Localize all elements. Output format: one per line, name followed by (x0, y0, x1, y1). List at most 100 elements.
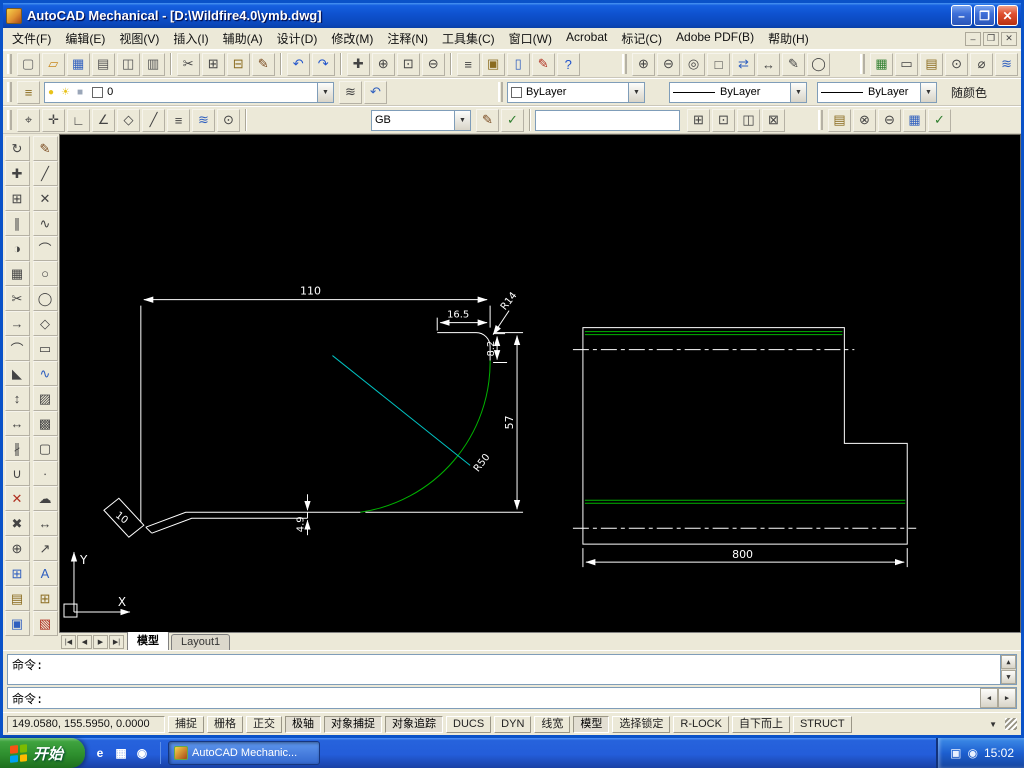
am-calculation-icon[interactable]: ▦ (903, 109, 926, 132)
copy-icon[interactable]: ⊞ (202, 53, 225, 76)
am-ortho-icon[interactable]: ∟ (67, 109, 90, 132)
am-layer-group-icon[interactable]: ≋ (192, 109, 215, 132)
zoom-extents-icon[interactable]: ◎ (682, 53, 705, 76)
new-icon[interactable]: ▢ (17, 53, 40, 76)
quicklaunch-ie-icon[interactable]: e (91, 744, 109, 762)
am-balloon-icon[interactable]: ◯ (807, 53, 830, 76)
toggle-rlock[interactable]: R-LOCK (673, 716, 729, 733)
chevron-down-icon[interactable]: ▼ (920, 83, 936, 102)
am-titleblock-icon[interactable]: ▭ (895, 53, 918, 76)
dimension-tool-icon[interactable]: ↔ (33, 511, 58, 536)
toggle-osnap[interactable]: 对象捕捉 (324, 716, 382, 733)
menu-item[interactable]: 视图(V) (112, 28, 166, 49)
am-snap-settings-icon[interactable]: ✛ (42, 109, 65, 132)
toolbar-grip[interactable] (7, 82, 12, 102)
am-draw-icon[interactable]: ✎ (476, 109, 499, 132)
pan-icon[interactable]: ✚ (347, 53, 370, 76)
am-osnap-icon[interactable]: ◇ (117, 109, 140, 132)
toggle-lineweight[interactable]: 线宽 (534, 716, 570, 733)
paste-icon[interactable]: ⊟ (227, 53, 250, 76)
toggle-struct[interactable]: STRUCT (793, 716, 852, 733)
construction-line-icon[interactable]: ✕ (33, 186, 58, 211)
rectangle-icon[interactable]: ▭ (33, 336, 58, 361)
point-icon[interactable]: ∙ (33, 461, 58, 486)
zoom-in-icon[interactable]: ⊕ (632, 53, 655, 76)
resize-grip[interactable] (1005, 718, 1017, 730)
mirror-icon[interactable]: ◑ (5, 236, 30, 261)
menu-item[interactable]: 工具集(C) (435, 28, 502, 49)
close-button[interactable]: ✕ (997, 5, 1018, 26)
am-standards-icon[interactable]: ⇄ (732, 53, 755, 76)
zoom-window-icon[interactable]: ⊡ (397, 53, 420, 76)
menu-item[interactable]: 注释(N) (380, 28, 435, 49)
copy-tool-icon[interactable]: ⊞ (5, 186, 30, 211)
am-detail-icon[interactable]: ⊡ (712, 109, 735, 132)
toolbar-grip[interactable] (818, 110, 823, 130)
linetype-select[interactable]: ByLayer ▼ (669, 82, 807, 103)
toolbar-grip[interactable] (622, 54, 627, 74)
zoom-tool-icon[interactable]: ⊕ (5, 536, 30, 561)
scroll-up-button[interactable]: ▲ (1001, 655, 1016, 669)
tab-layout1[interactable]: Layout1 (171, 634, 230, 650)
lineweight-select[interactable]: ByLayer ▼ (817, 82, 937, 103)
am-shaft-icon[interactable]: ⊖ (878, 109, 901, 132)
line-icon[interactable]: ╱ (33, 161, 58, 186)
scroll-right-button[interactable]: ▶ (998, 688, 1016, 708)
zoom-out-icon[interactable]: ⊖ (657, 53, 680, 76)
zoom-all-icon[interactable]: □ (707, 53, 730, 76)
toolbar-grip[interactable] (7, 54, 12, 74)
open-icon[interactable]: ▱ (42, 53, 65, 76)
menu-item[interactable]: 修改(M) (324, 28, 380, 49)
move-icon[interactable]: ✚ (5, 161, 30, 186)
mdi-restore-button[interactable]: ❐ (983, 32, 999, 46)
zoom-previous-icon[interactable]: ⊖ (422, 53, 445, 76)
drawing-canvas[interactable]: 110 16.5 R14 8.2 (59, 134, 1021, 632)
match-properties-icon[interactable]: ✎ (252, 53, 275, 76)
tab-scroll-button[interactable]: ▶| (109, 635, 124, 649)
toggle-ortho[interactable]: 正交 (246, 716, 282, 733)
chevron-down-icon[interactable]: ▼ (790, 83, 806, 102)
pencil-icon[interactable]: ✎ (33, 136, 58, 161)
plot-preview-icon[interactable]: ◫ (117, 53, 140, 76)
menu-item[interactable]: Acrobat (559, 28, 614, 49)
tab-scroll-button[interactable]: ▶ (93, 635, 108, 649)
toggle-grid[interactable]: 栅格 (207, 716, 243, 733)
tab-scroll-button[interactable]: |◀ (61, 635, 76, 649)
leader-icon[interactable]: ↗ (33, 536, 58, 561)
am-part-list-icon[interactable]: ▤ (920, 53, 943, 76)
table-tool-icon[interactable]: ⊞ (5, 561, 30, 586)
layer-select[interactable]: ●☀■ 0 ▼ (44, 82, 334, 103)
arc-icon[interactable]: ⌒ (33, 236, 58, 261)
am-ok-icon[interactable]: ✓ (928, 109, 951, 132)
hatch-icon[interactable]: ▨ (33, 386, 58, 411)
start-button[interactable]: 开始 (0, 738, 85, 768)
trim-icon[interactable]: ✂ (5, 286, 30, 311)
standard-select[interactable]: GB ▼ (371, 110, 471, 131)
am-symbol-icon[interactable]: ⊙ (945, 53, 968, 76)
am-insert-icon[interactable]: ⊞ (687, 109, 710, 132)
toggle-selection-lock[interactable]: 选择锁定 (612, 716, 670, 733)
am-angle-icon[interactable]: ∠ (92, 109, 115, 132)
quicklaunch-desktop-icon[interactable]: ▦ (112, 744, 130, 762)
toggle-dyn[interactable]: DYN (494, 716, 531, 733)
markup-icon[interactable]: ✎ (532, 53, 555, 76)
tray-ime-icon[interactable]: ▣ (950, 746, 961, 760)
menu-item[interactable]: 编辑(E) (58, 28, 112, 49)
region-icon[interactable]: ▢ (33, 436, 58, 461)
chevron-down-icon[interactable]: ▼ (628, 83, 644, 102)
scale-icon[interactable]: ↕ (5, 386, 30, 411)
toggle-bottom-up[interactable]: 自下而上 (732, 716, 790, 733)
revcloud-icon[interactable]: ☁ (33, 486, 58, 511)
menu-item[interactable]: 文件(F) (5, 28, 58, 49)
am-power-snap-icon[interactable]: ⌖ (17, 109, 40, 132)
menu-item[interactable]: 标记(C) (614, 28, 669, 49)
am-section-icon[interactable]: ⊠ (762, 109, 785, 132)
mech-search-input[interactable] (535, 110, 680, 131)
chevron-down-icon[interactable]: ▼ (454, 111, 470, 130)
command-h-scroll[interactable]: ◀ ▶ (980, 688, 1016, 708)
color-select[interactable]: ByLayer ▼ (507, 82, 645, 103)
chevron-down-icon[interactable]: ▼ (317, 83, 333, 102)
am-options-icon[interactable]: ≋ (995, 53, 1018, 76)
toggle-ducs[interactable]: DUCS (446, 716, 491, 733)
erase-icon[interactable]: ✕ (5, 486, 30, 511)
